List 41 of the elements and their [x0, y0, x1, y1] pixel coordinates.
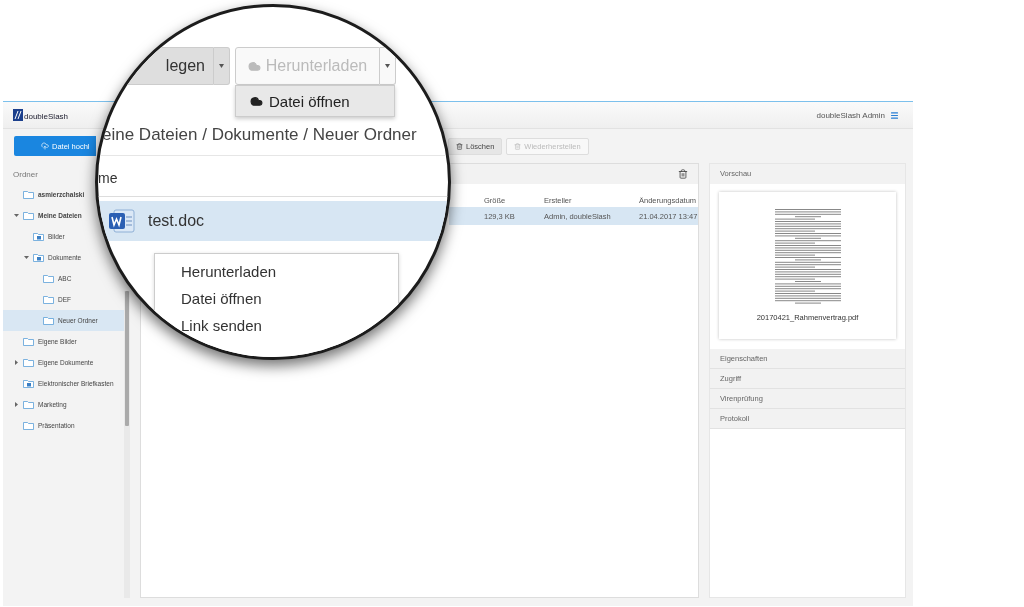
folder-icon [23, 337, 34, 346]
shared-folder-icon [23, 379, 34, 388]
menu-icon[interactable] [890, 110, 899, 120]
caret-down-icon [219, 64, 224, 68]
caret-down-icon[interactable] [13, 213, 19, 218]
folder-icon [43, 295, 54, 304]
cloud-icon [250, 94, 263, 108]
folder-icon [23, 400, 34, 409]
cloud-upload-icon [41, 142, 49, 150]
shared-folder-icon [33, 232, 44, 241]
trash-icon [456, 142, 463, 150]
context-menu-item[interactable]: Herunterladen [155, 258, 398, 285]
dropdown-toggle[interactable] [380, 47, 396, 85]
caret-right-icon[interactable] [13, 402, 19, 407]
dropdown-item-label: Datei öffnen [269, 92, 350, 110]
scrollbar[interactable] [124, 291, 130, 598]
dropdown-item[interactable]: Datei öffnen [236, 86, 394, 116]
trash-icon [514, 142, 522, 150]
dropdown-toggle[interactable] [214, 47, 230, 85]
user-name[interactable]: doubleSlash Admin [816, 110, 885, 120]
file-row[interactable]: test.doc [98, 201, 448, 241]
context-menu-item[interactable]: Datei öffnen [155, 285, 398, 312]
folder-icon [43, 316, 54, 325]
folder-icon [23, 211, 34, 220]
word-document-icon [108, 207, 136, 235]
folder-icon [23, 421, 34, 430]
caret-down-icon [385, 64, 390, 68]
folder-icon [23, 190, 34, 199]
context-menu-item[interactable]: Link senden [155, 312, 398, 339]
column-header[interactable]: me [98, 170, 118, 186]
caret-right-icon[interactable] [13, 360, 19, 365]
shared-folder-icon [33, 253, 44, 262]
trash-icon[interactable] [678, 169, 688, 179]
logo-icon [13, 109, 23, 121]
cloud-icon [247, 59, 261, 73]
logo-text: doubleSlash [24, 112, 69, 121]
caret-down-icon[interactable] [23, 255, 29, 260]
sidebar-title: Ordner [13, 170, 38, 180]
folder-icon [23, 358, 34, 367]
file-name: test.doc [148, 212, 205, 230]
folder-icon [43, 274, 54, 283]
